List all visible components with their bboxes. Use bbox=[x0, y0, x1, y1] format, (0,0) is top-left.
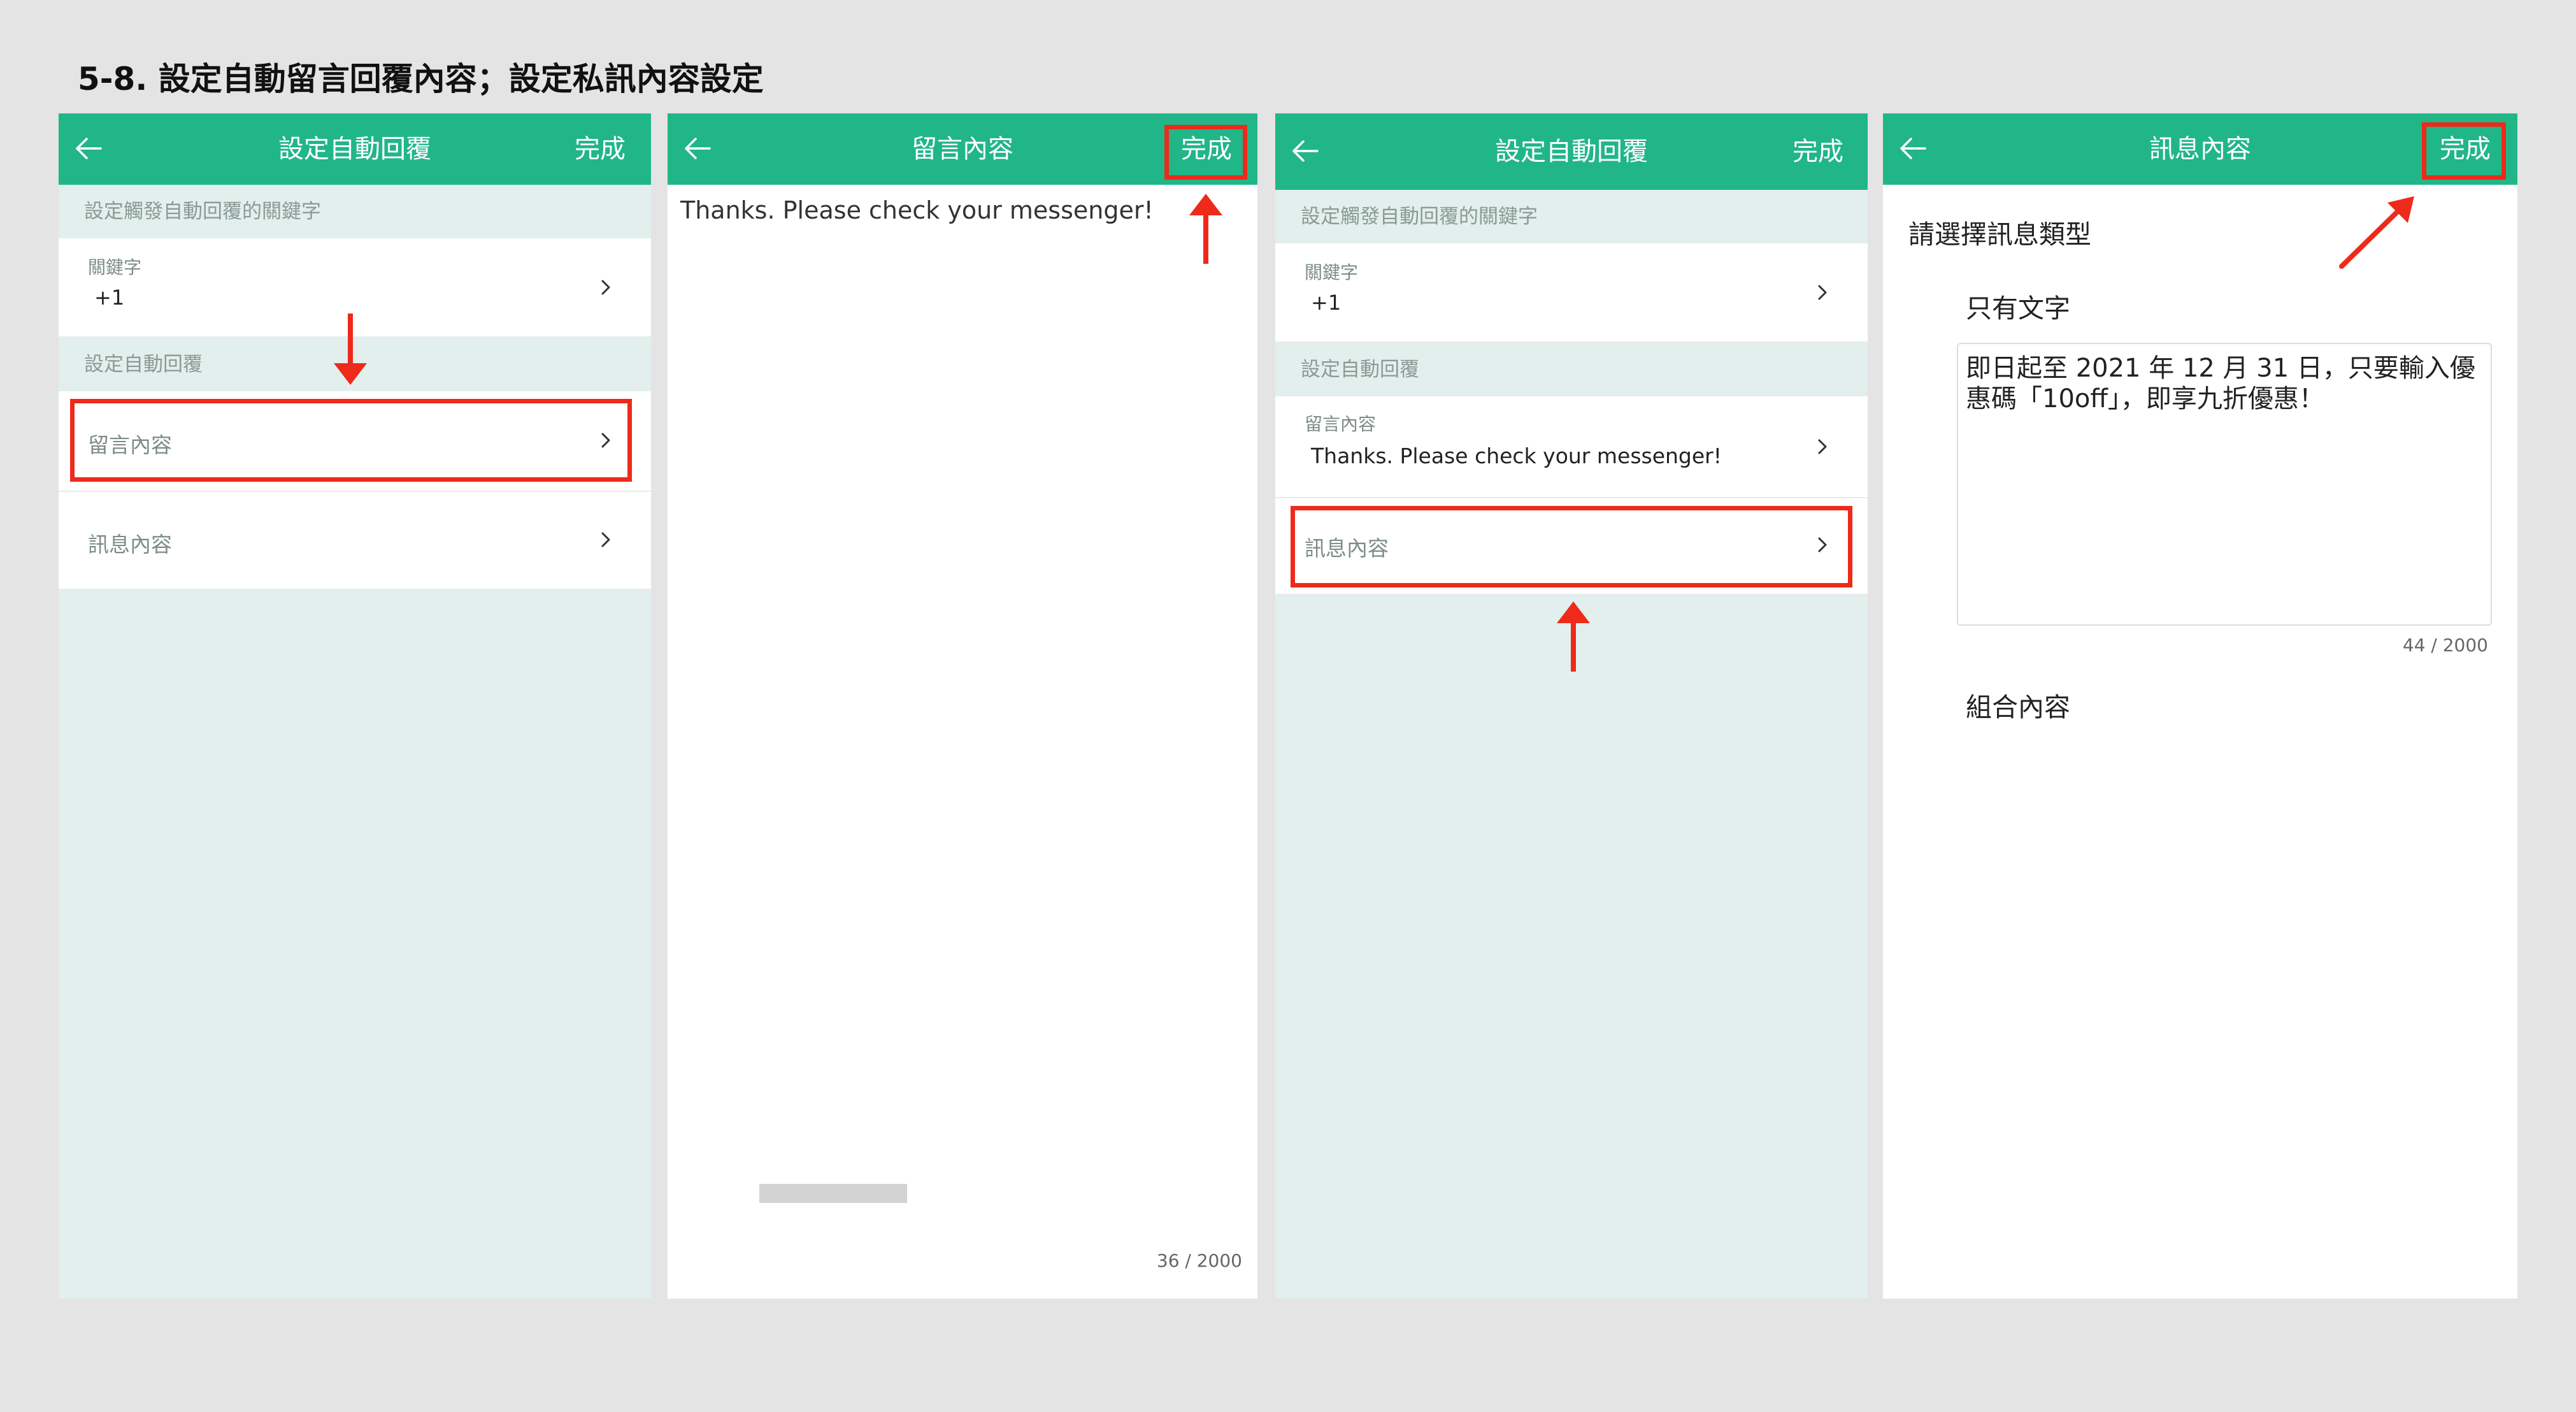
section-header-keyword: 設定觸發自動回覆的關鍵字 bbox=[1275, 190, 1868, 243]
red-arrow-down-icon bbox=[331, 311, 369, 387]
keyword-value: +1 bbox=[1311, 291, 1342, 315]
panel-message-content: 訊息內容 完成 請選擇訊息類型 只有文字 即日起至 2021 年 12 月 31… bbox=[1883, 113, 2517, 1299]
keyword-value: +1 bbox=[94, 285, 125, 310]
header-title: 設定自動回覆 bbox=[278, 134, 431, 164]
done-button[interactable]: 完成 bbox=[1792, 113, 1843, 190]
message-type-prompt: 請選擇訊息類型 bbox=[1908, 219, 2091, 250]
highlight-box bbox=[1164, 125, 1247, 180]
message-content-label: 訊息內容 bbox=[88, 532, 172, 557]
red-arrow-diagonal-icon bbox=[2335, 194, 2418, 273]
placeholder-bar bbox=[759, 1184, 907, 1203]
red-arrow-up-icon bbox=[1554, 600, 1592, 674]
red-arrow-up-icon bbox=[1187, 192, 1225, 266]
keyword-row[interactable]: 關鍵字 +1 bbox=[1275, 243, 1868, 343]
keyword-label: 關鍵字 bbox=[88, 257, 142, 278]
page-title: 5-8. 設定自動留言回覆內容；設定私訊內容設定 bbox=[78, 61, 764, 97]
comment-content-row[interactable]: 留言內容 Thanks. Please check your messenger… bbox=[1275, 396, 1868, 498]
highlight-box bbox=[2422, 122, 2506, 180]
top-bar: 設定自動回覆 完成 bbox=[1275, 113, 1868, 190]
character-counter: 44 / 2000 bbox=[2402, 635, 2488, 656]
chevron-right-icon bbox=[596, 278, 615, 297]
panel-comment-content: 留言內容 完成 Thanks. Please check your messen… bbox=[668, 113, 1257, 1299]
section-header-reply: 設定自動回覆 bbox=[1275, 343, 1868, 396]
keyword-label: 關鍵字 bbox=[1305, 262, 1359, 283]
chevron-right-icon bbox=[1813, 283, 1832, 302]
header-title: 設定自動回覆 bbox=[1495, 137, 1648, 166]
done-button[interactable]: 完成 bbox=[575, 113, 626, 185]
highlight-box bbox=[70, 399, 632, 482]
top-bar: 設定自動回覆 完成 bbox=[59, 113, 651, 185]
message-textarea[interactable]: 即日起至 2021 年 12 月 31 日，只要輸入優 惠碼「10off」，即享… bbox=[1957, 343, 2492, 626]
panel-auto-reply-settings: 設定自動回覆 完成 設定觸發自動回覆的關鍵字 關鍵字 +1 設定自動回覆 留言內… bbox=[59, 113, 651, 1299]
panel-auto-reply-settings-filled: 設定自動回覆 完成 設定觸發自動回覆的關鍵字 關鍵字 +1 設定自動回覆 留言內… bbox=[1275, 113, 1868, 1299]
comment-content-value: Thanks. Please check your messenger! bbox=[1311, 443, 1722, 468]
chevron-right-icon bbox=[596, 530, 615, 549]
character-counter: 36 / 2000 bbox=[1156, 1250, 1242, 1271]
message-content-row[interactable]: 訊息內容 bbox=[59, 492, 651, 590]
comment-content-label: 留言內容 bbox=[1305, 414, 1377, 435]
chevron-right-icon bbox=[1813, 437, 1832, 456]
comment-text-field[interactable]: Thanks. Please check your messenger! bbox=[680, 196, 1154, 224]
option-combined-content[interactable]: 組合內容 bbox=[1966, 686, 2070, 724]
section-header-keyword: 設定觸發自動回覆的關鍵字 bbox=[59, 185, 651, 238]
highlight-box bbox=[1291, 506, 1852, 587]
option-text-only[interactable]: 只有文字 bbox=[1966, 287, 2070, 325]
